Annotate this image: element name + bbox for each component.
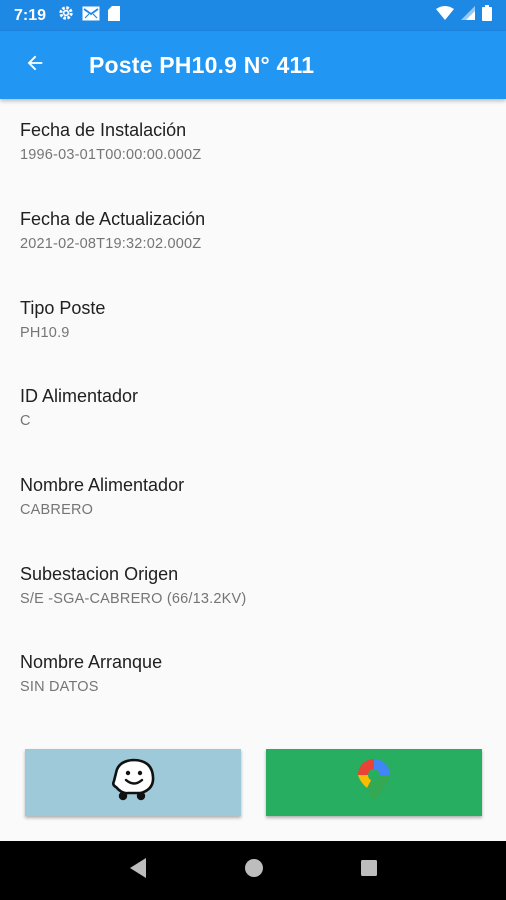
field-label: Fecha de Actualización [20, 209, 206, 229]
detail-list: Fecha de Instalación 1996-03-01T00:00:00… [0, 99, 506, 739]
field-subestacion-origen: Subestacion Origen S/E -SGA-CABRERO (66/… [20, 562, 246, 609]
field-value: CABRERO [20, 502, 94, 518]
field-label: Nombre Arranque [20, 652, 163, 672]
battery-icon [482, 5, 492, 26]
gear-icon [58, 5, 74, 26]
field-label: Tipo Poste [20, 298, 106, 318]
field-label: Fecha de Instalación [20, 120, 187, 140]
app-bar: Poste PH10.9 N° 411 [0, 31, 506, 99]
field-fecha-actualizacion: Fecha de Actualización 2021-02-08T19:32:… [20, 207, 205, 254]
field-value: 1996-03-01T00:00:00.000Z [20, 147, 202, 163]
waze-icon [108, 757, 158, 808]
arrow-back-icon [24, 52, 46, 79]
open-google-maps-button[interactable] [266, 749, 482, 816]
back-button[interactable] [0, 31, 70, 99]
google-maps-icon [357, 758, 391, 807]
recents-square-icon[interactable] [360, 859, 378, 882]
home-circle-icon[interactable] [244, 858, 264, 883]
field-label: Nombre Alimentador [20, 475, 185, 495]
field-value: S/E -SGA-CABRERO (66/13.2KV) [20, 591, 247, 607]
status-time: 7:19 [14, 6, 47, 24]
field-value: C [20, 413, 31, 429]
field-value: SIN DATOS [20, 679, 99, 695]
signal-icon [461, 6, 475, 25]
wifi-icon [436, 6, 454, 25]
field-nombre-alimentador: Nombre Alimentador CABRERO [20, 473, 184, 520]
back-triangle-icon[interactable] [128, 857, 148, 884]
system-nav-bar [0, 841, 506, 900]
field-value: 2021-02-08T19:32:02.000Z [20, 236, 202, 252]
field-nombre-arranque: Nombre Arranque SIN DATOS [20, 650, 162, 697]
field-fecha-instalacion: Fecha de Instalación 1996-03-01T00:00:00… [20, 118, 201, 165]
status-bar: 7:19 [0, 0, 506, 31]
field-label: ID Alimentador [20, 386, 139, 406]
field-id-alimentador: ID Alimentador C [20, 384, 138, 431]
field-label: Subestacion Origen [20, 564, 179, 584]
page-title: Poste PH10.9 N° 411 [89, 51, 315, 78]
field-tipo-poste: Tipo Poste PH10.9 [20, 296, 105, 343]
mail-icon [82, 6, 100, 26]
sd-card-icon [108, 5, 121, 26]
field-value: PH10.9 [20, 325, 70, 341]
open-waze-button[interactable] [25, 749, 241, 816]
